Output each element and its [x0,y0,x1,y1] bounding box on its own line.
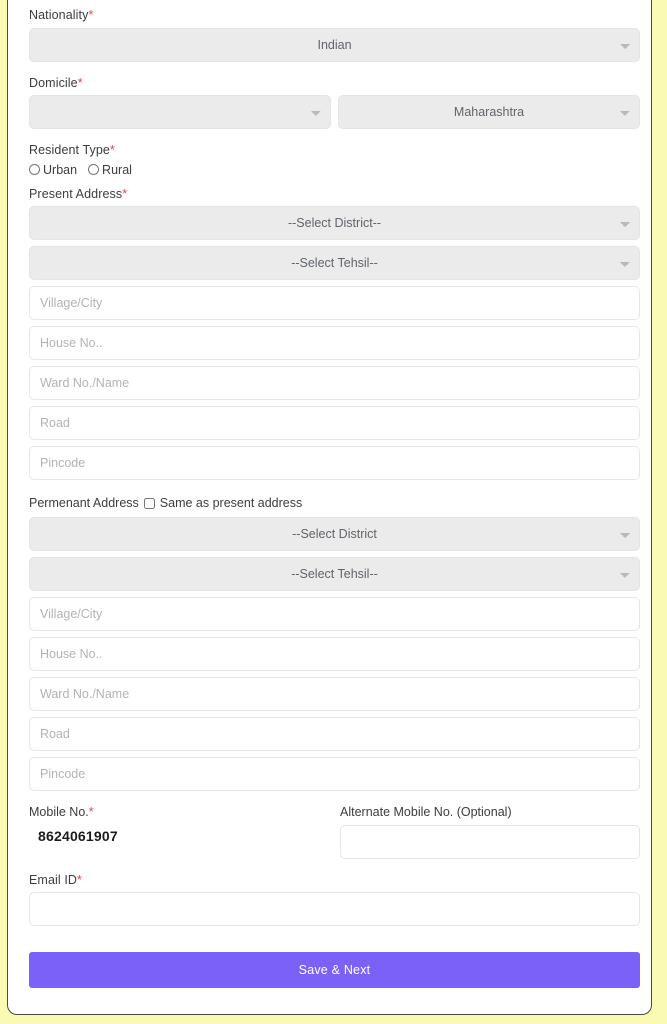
required-asterisk: * [122,186,128,201]
resident-type-label-text: Resident Type [29,143,110,157]
save-and-next-button[interactable]: Save & Next [29,952,640,988]
resident-type-radio-urban[interactable] [29,164,40,175]
permanent-village-input[interactable] [29,597,640,631]
mobile-row: Mobile No.* 8624061907 Alternate Mobile … [29,797,640,865]
nationality-label: Nationality* [29,0,640,28]
required-asterisk: * [77,75,83,90]
present-district-select[interactable]: --Select District-- [29,206,640,240]
resident-type-group: Urban Rural [29,163,640,179]
alternate-mobile-input[interactable] [340,824,640,859]
present-house-input[interactable] [29,326,640,360]
permanent-road-input[interactable] [29,717,640,751]
mobile-label-text: Mobile No. [29,805,89,819]
same-as-present-label: Same as present address [159,496,303,510]
resident-type-urban-label: Urban [43,162,78,177]
email-input[interactable] [29,892,640,926]
present-pincode-input[interactable] [29,446,640,480]
permanent-district-select[interactable]: --Select District [29,517,640,551]
required-asterisk: * [77,872,82,887]
domicile-label: Domicile* [29,68,640,96]
domicile-country-select[interactable] [29,95,331,129]
mobile-value: 8624061907 [38,827,118,844]
alternate-mobile-label: Alternate Mobile No. (Optional) [340,805,512,819]
permanent-ward-input[interactable] [29,677,640,711]
nationality-select[interactable]: Indian [29,27,640,62]
resident-type-option-urban[interactable]: Urban [29,163,77,177]
same-as-present-checkbox[interactable] [143,497,155,509]
nationality-label-text: Nationality [29,8,89,22]
present-ward-input[interactable] [29,366,640,400]
domicile-state-select[interactable]: Maharashtra [338,95,640,129]
resident-type-label: Resident Type* [29,135,640,163]
resident-type-rural-label: Rural [102,162,132,177]
domicile-row: Maharashtra [29,95,640,135]
present-address-label-text: Present Address [29,186,123,201]
present-address-label: Present Address* [29,179,640,207]
permanent-house-input[interactable] [29,637,640,671]
email-label-text: Email ID [29,872,78,887]
permanent-address-label: Permenant Address [29,496,139,510]
mobile-label: Mobile No.* [29,806,329,825]
email-label: Email ID* [29,865,640,893]
mobile-column: Mobile No.* 8624061907 [29,806,329,865]
registration-form: Nationality* Indian Domicile* Maharashtr… [8,0,651,988]
present-village-input[interactable] [29,286,640,320]
present-road-input[interactable] [29,406,640,440]
required-asterisk: * [88,805,94,819]
resident-type-radio-rural[interactable] [88,164,100,175]
form-card: Nationality* Indian Domicile* Maharashtr… [7,0,652,1015]
required-asterisk: * [109,143,115,157]
present-tehsil-select[interactable]: --Select Tehsil-- [29,246,640,280]
required-asterisk: * [88,8,94,22]
domicile-label-text: Domicile [29,75,78,90]
permanent-tehsil-select[interactable]: --Select Tehsil-- [29,557,640,591]
permanent-address-header: Permenant Address Same as present addres… [29,486,640,517]
alternate-mobile-column: Alternate Mobile No. (Optional) [340,806,640,865]
permanent-pincode-input[interactable] [29,757,640,791]
resident-type-option-rural[interactable]: Rural [88,163,132,177]
